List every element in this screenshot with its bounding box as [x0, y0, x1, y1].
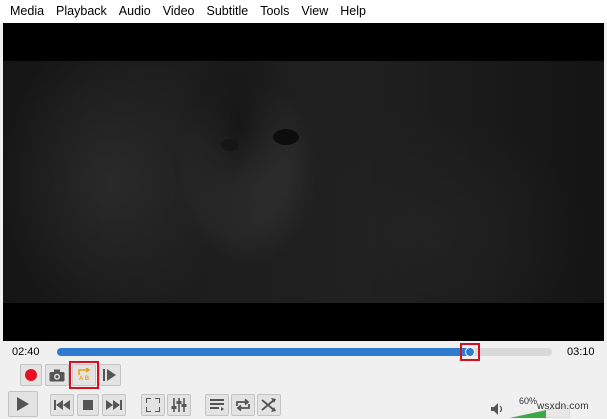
playlist-button[interactable]	[205, 394, 229, 416]
menu-view[interactable]: View	[295, 0, 334, 23]
ab-loop-highlight	[69, 361, 99, 389]
menu-tools[interactable]: Tools	[254, 0, 295, 23]
camera-icon	[49, 369, 65, 382]
watermark: wsxdn.com	[537, 401, 589, 412]
loop-icon	[235, 398, 251, 412]
video-frame	[3, 61, 604, 303]
frame-step-icon	[103, 368, 117, 382]
menu-audio[interactable]: Audio	[113, 0, 157, 23]
video-display[interactable]	[3, 23, 604, 341]
fullscreen-icon	[146, 398, 160, 412]
shuffle-icon	[261, 398, 277, 412]
stop-button[interactable]	[77, 394, 99, 416]
seek-progress	[57, 348, 471, 356]
frame-detail	[273, 129, 299, 145]
menu-media[interactable]: Media	[4, 0, 50, 23]
record-button[interactable]	[20, 364, 42, 386]
random-button[interactable]	[257, 394, 281, 416]
menu-video[interactable]: Video	[157, 0, 201, 23]
previous-icon	[54, 400, 70, 410]
menu-bar: Media Playback Audio Video Subtitle Tool…	[0, 0, 607, 23]
equalizer-icon	[171, 398, 187, 412]
play-button[interactable]	[8, 391, 38, 417]
previous-button[interactable]	[50, 394, 74, 416]
playlist-icon	[210, 399, 224, 411]
record-icon	[25, 369, 37, 381]
stop-icon	[83, 400, 93, 410]
next-button[interactable]	[102, 394, 126, 416]
next-icon	[106, 400, 122, 410]
loop-button[interactable]	[231, 394, 255, 416]
elapsed-time: 02:40	[12, 346, 40, 358]
menu-help[interactable]: Help	[334, 0, 372, 23]
menu-playback[interactable]: Playback	[50, 0, 113, 23]
speaker-icon[interactable]	[491, 403, 505, 418]
menu-subtitle[interactable]: Subtitle	[201, 0, 255, 23]
extended-settings-button[interactable]	[167, 394, 191, 416]
total-time: 03:10	[567, 346, 595, 358]
play-icon	[16, 396, 30, 412]
frame-detail	[221, 139, 239, 151]
frame-shadow	[178, 61, 298, 303]
snapshot-button[interactable]	[45, 364, 69, 386]
fullscreen-button[interactable]	[141, 394, 165, 416]
frame-step-button[interactable]	[99, 364, 121, 386]
seek-handle-highlight	[460, 343, 481, 361]
